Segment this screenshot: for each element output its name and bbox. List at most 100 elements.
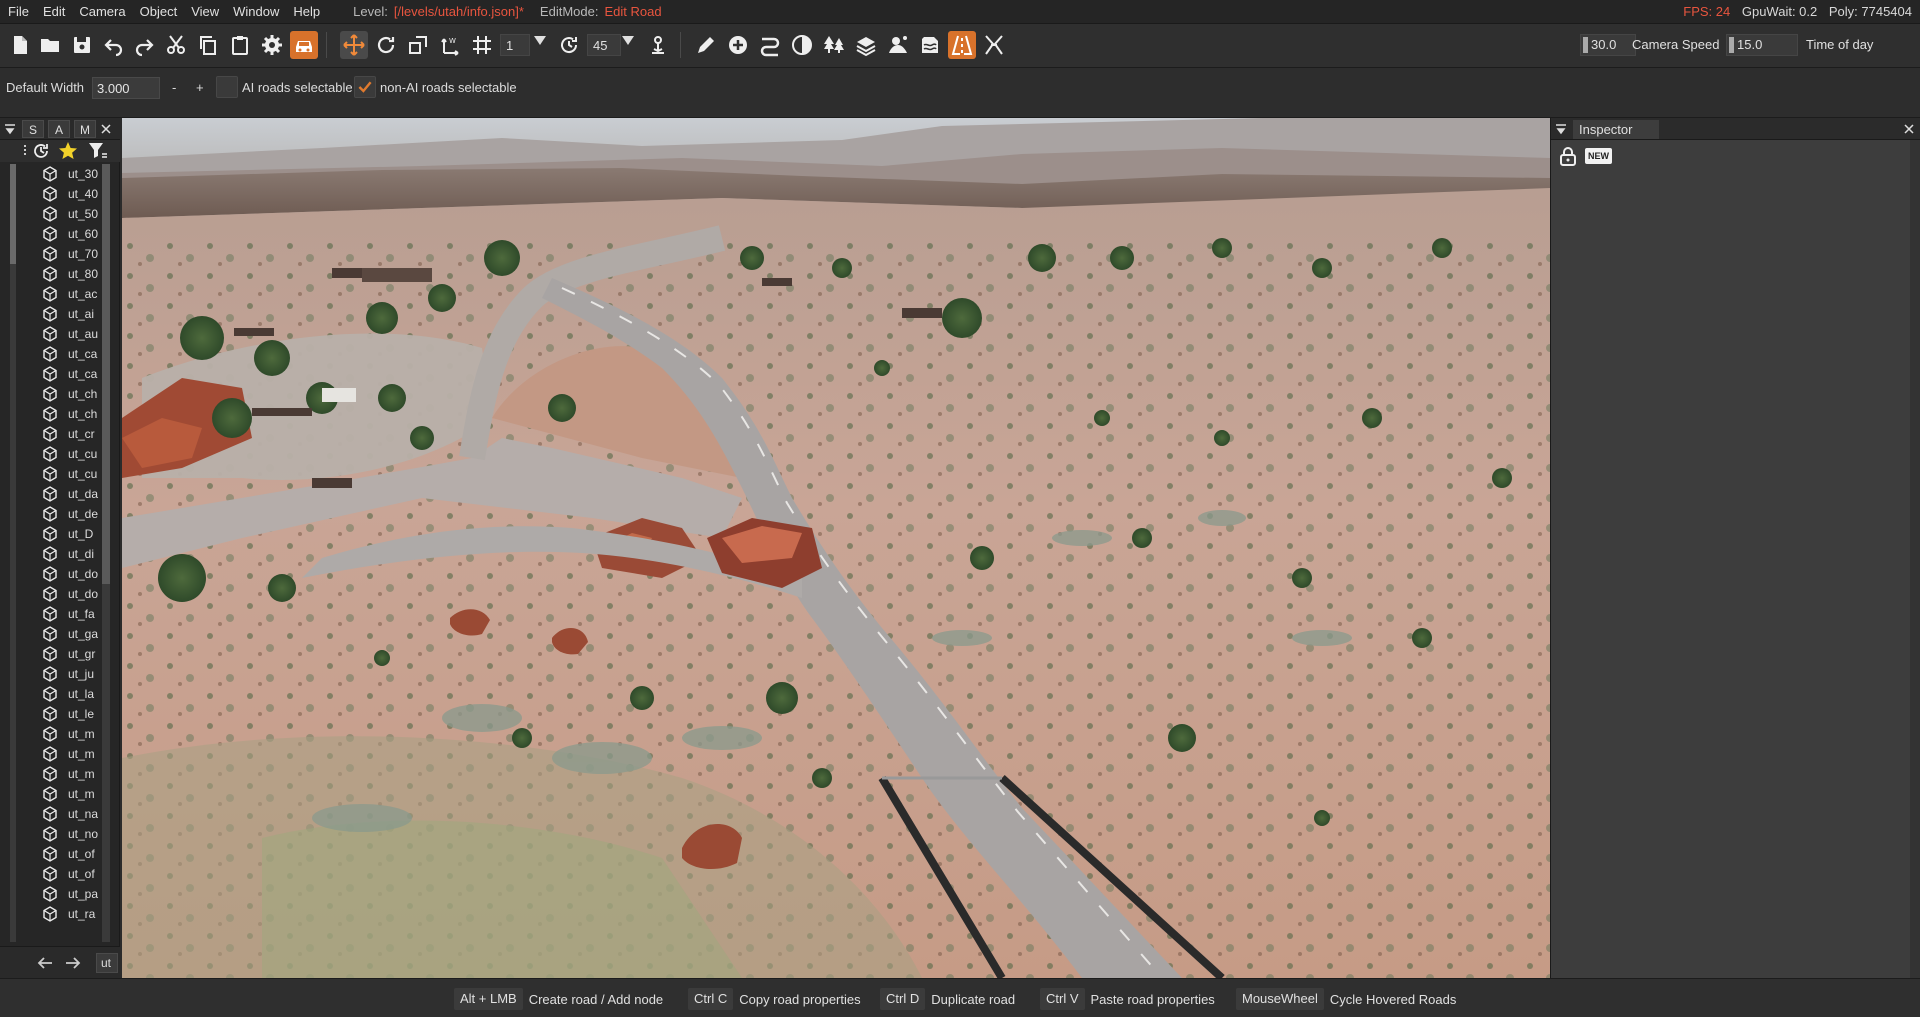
list-item[interactable]: ut_30 xyxy=(10,164,102,184)
close-icon[interactable] xyxy=(1903,123,1915,135)
panel-menu-icon[interactable] xyxy=(1555,123,1567,135)
list-item[interactable]: ut_ai xyxy=(10,304,102,324)
list-item[interactable]: ut_do xyxy=(10,584,102,604)
list-item[interactable]: ut_de xyxy=(10,504,102,524)
rotate-tool-icon[interactable] xyxy=(372,31,400,59)
terrain-snap-icon[interactable] xyxy=(644,31,672,59)
scrollbar-thumb[interactable] xyxy=(102,164,110,584)
list-item[interactable]: ut_m xyxy=(10,724,102,744)
paste-icon[interactable] xyxy=(226,31,254,59)
new-inspector-badge[interactable]: NEW xyxy=(1585,148,1612,164)
scale-tool-icon[interactable] xyxy=(404,31,432,59)
undo-icon[interactable] xyxy=(100,31,128,59)
inspector-tab[interactable]: Inspector xyxy=(1573,120,1659,139)
list-item[interactable]: ut_m xyxy=(10,764,102,784)
list-item[interactable]: ut_ga xyxy=(10,624,102,644)
list-item[interactable]: ut_cu xyxy=(10,444,102,464)
lock-icon[interactable] xyxy=(1559,146,1577,166)
rotation-snap-dropdown-icon[interactable] xyxy=(622,36,634,45)
ai-roads-checkbox[interactable] xyxy=(216,76,238,98)
list-item[interactable]: ut_ch xyxy=(10,384,102,404)
move-tool-icon[interactable] xyxy=(340,31,368,59)
add-object-icon[interactable] xyxy=(724,31,752,59)
edit-road-tool-icon[interactable] xyxy=(948,31,976,59)
drag-handle-icon[interactable] xyxy=(22,143,28,159)
list-item[interactable]: ut_of xyxy=(10,844,102,864)
scene-tree-search-input[interactable]: ut xyxy=(96,953,118,973)
list-item[interactable]: ut_70 xyxy=(10,244,102,264)
list-item[interactable]: ut_au xyxy=(10,324,102,344)
list-item[interactable]: ut_m xyxy=(10,784,102,804)
grid-snap-dropdown-icon[interactable] xyxy=(534,36,546,45)
favorites-star-icon[interactable] xyxy=(58,141,78,161)
list-item[interactable]: ut_fa xyxy=(10,604,102,624)
list-item[interactable]: ut_D xyxy=(10,524,102,544)
list-item[interactable]: ut_m xyxy=(10,744,102,764)
vehicle-icon[interactable] xyxy=(290,31,318,59)
3d-viewport[interactable] xyxy=(122,118,1550,978)
width-decrement-button[interactable]: - xyxy=(172,78,176,98)
river-editor-icon[interactable] xyxy=(916,31,944,59)
pencil-edit-icon[interactable] xyxy=(692,31,720,59)
history-icon[interactable] xyxy=(32,142,50,160)
list-item[interactable]: ut_ca xyxy=(10,364,102,384)
list-item[interactable]: ut_cu xyxy=(10,464,102,484)
default-width-input[interactable] xyxy=(92,77,160,99)
list-item[interactable]: ut_ch xyxy=(10,404,102,424)
save-icon[interactable] xyxy=(68,31,96,59)
list-item[interactable]: ut_40 xyxy=(10,184,102,204)
list-item[interactable]: ut_50 xyxy=(10,204,102,224)
decal-editor-icon[interactable] xyxy=(788,31,816,59)
world-local-icon[interactable]: W xyxy=(436,31,464,59)
filter-icon[interactable] xyxy=(88,142,108,160)
list-item[interactable]: ut_la xyxy=(10,684,102,704)
desert-terrain-view[interactable] xyxy=(122,118,1550,978)
list-item[interactable]: ut_cr xyxy=(10,424,102,444)
time-of-day-field[interactable]: 15.0 xyxy=(1726,34,1798,56)
cut-icon[interactable] xyxy=(162,31,190,59)
menu-object[interactable]: Object xyxy=(133,0,185,24)
list-item[interactable]: ut_gr xyxy=(10,644,102,664)
list-item[interactable]: ut_ac xyxy=(10,284,102,304)
forward-arrow-icon[interactable] xyxy=(64,955,82,971)
settings-gear-icon[interactable] xyxy=(258,31,286,59)
rotation-snap-icon[interactable] xyxy=(555,31,583,59)
menu-edit[interactable]: Edit xyxy=(36,0,72,24)
non-ai-roads-checkbox[interactable] xyxy=(354,76,376,98)
tab-materials[interactable]: M xyxy=(74,120,96,138)
list-item[interactable]: ut_do xyxy=(10,564,102,584)
scene-tree-scrollbar[interactable] xyxy=(102,164,110,942)
list-item[interactable]: ut_ra xyxy=(10,904,102,924)
menu-file[interactable]: File xyxy=(0,0,36,24)
width-increment-button[interactable]: + xyxy=(196,78,204,98)
layers-icon[interactable] xyxy=(852,31,880,59)
copy-icon[interactable] xyxy=(194,31,222,59)
inspector-scrollbar[interactable] xyxy=(1910,140,1920,978)
tab-assets[interactable]: A xyxy=(48,120,70,138)
grid-snap-icon[interactable] xyxy=(468,31,496,59)
list-item[interactable]: ut_of xyxy=(10,864,102,884)
open-folder-icon[interactable] xyxy=(36,31,64,59)
rotation-snap-value[interactable]: 45 xyxy=(587,34,621,56)
tab-scene[interactable]: S xyxy=(22,120,44,138)
close-icon[interactable] xyxy=(100,123,112,135)
terrain-paint-icon[interactable] xyxy=(884,31,912,59)
list-item[interactable]: ut_di xyxy=(10,544,102,564)
mesh-road-icon[interactable] xyxy=(980,31,1008,59)
list-item[interactable]: ut_60 xyxy=(10,224,102,244)
panel-menu-icon[interactable] xyxy=(4,123,16,135)
list-item[interactable]: ut_no xyxy=(10,824,102,844)
list-item[interactable]: ut_na xyxy=(10,804,102,824)
forest-editor-icon[interactable] xyxy=(820,31,848,59)
menu-help[interactable]: Help xyxy=(286,0,327,24)
road-editor-icon[interactable] xyxy=(756,31,784,59)
list-item[interactable]: ut_le xyxy=(10,704,102,724)
menu-window[interactable]: Window xyxy=(226,0,286,24)
camera-speed-field[interactable]: 30.0 xyxy=(1580,34,1636,56)
redo-icon[interactable] xyxy=(130,31,158,59)
list-item[interactable]: ut_da xyxy=(10,484,102,504)
back-arrow-icon[interactable] xyxy=(36,955,54,971)
list-item[interactable]: ut_ca xyxy=(10,344,102,364)
list-item[interactable]: ut_pa xyxy=(10,884,102,904)
menu-camera[interactable]: Camera xyxy=(72,0,132,24)
